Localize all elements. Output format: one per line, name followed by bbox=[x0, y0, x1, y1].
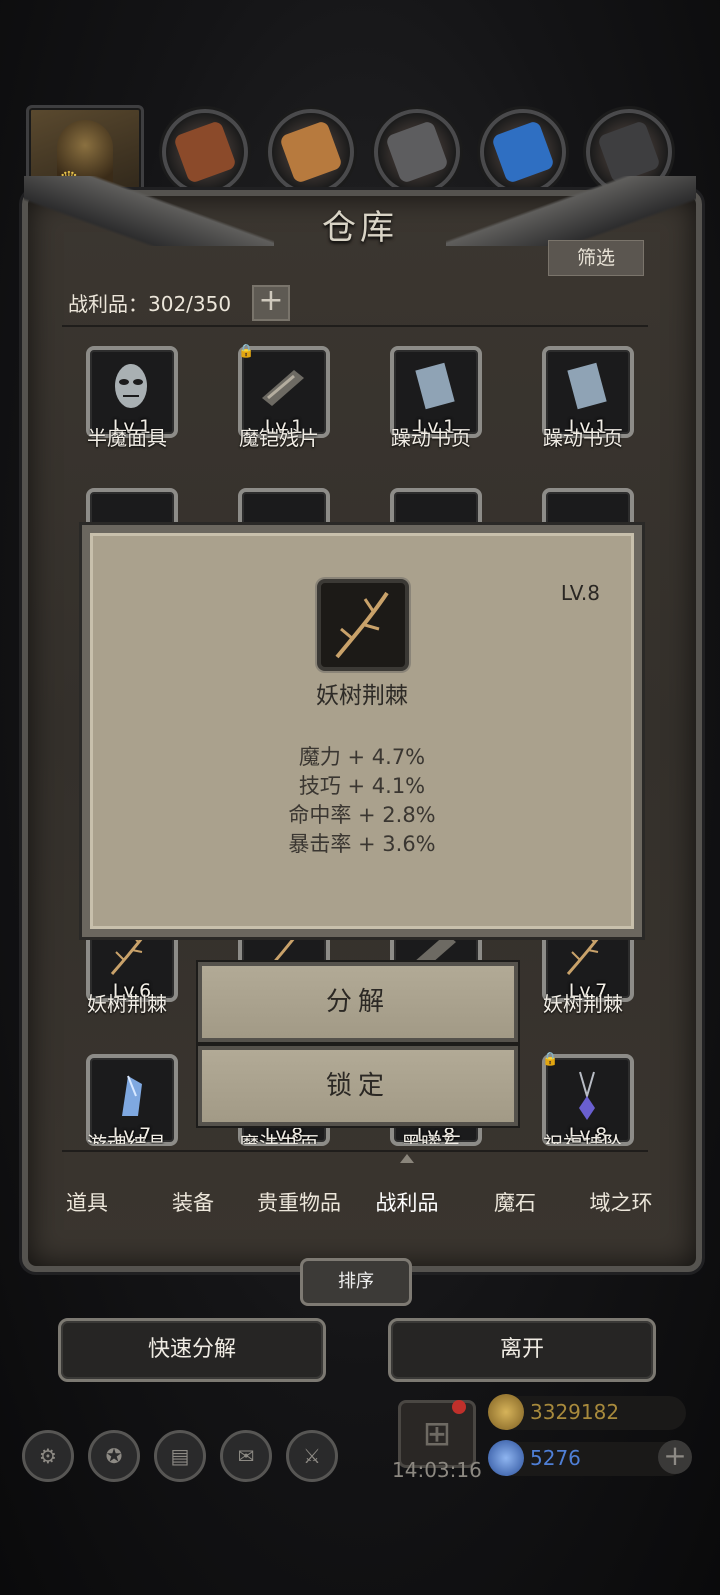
thorn-branch-icon bbox=[317, 579, 409, 671]
quick-decompose-button[interactable]: 快速分解 bbox=[58, 1318, 326, 1382]
tab-loot[interactable]: 战利品 bbox=[352, 1178, 462, 1228]
swords-icon[interactable]: ⚔ bbox=[286, 1430, 338, 1482]
item-name: 妖树荆棘 bbox=[87, 992, 167, 1016]
item-name: 黑曜石 bbox=[401, 1132, 461, 1144]
active-tab-indicator bbox=[400, 1154, 414, 1163]
right-wing-ornament bbox=[446, 176, 696, 246]
item-level: LV.8 bbox=[560, 581, 600, 605]
lock-icon: 🔒 bbox=[238, 344, 255, 359]
plank-resource-icon[interactable] bbox=[268, 109, 354, 195]
book-page-icon bbox=[567, 362, 607, 410]
expand-capacity-button[interactable]: + bbox=[252, 285, 290, 321]
book-icon[interactable]: ▤ bbox=[154, 1430, 206, 1482]
armor-shard-icon bbox=[262, 370, 304, 406]
soul-crystal-icon bbox=[122, 1075, 142, 1116]
item-name: 魔法书页 bbox=[239, 1132, 319, 1144]
leave-button[interactable]: 离开 bbox=[388, 1318, 656, 1382]
gem-icon bbox=[488, 1440, 524, 1476]
stat-line: 魔力 + 4.7% bbox=[298, 745, 426, 769]
item-name: 妖树荆棘 bbox=[543, 992, 623, 1016]
filter-button[interactable]: 筛选 bbox=[548, 240, 644, 276]
item-detail-popup: LV.8 妖树荆棘 魔力 + 4.7% 技巧 + 4.1% 命中率 + 2.8%… bbox=[82, 525, 642, 937]
mask-icon bbox=[115, 364, 147, 408]
tab-valuables[interactable]: 贵重物品 bbox=[244, 1178, 354, 1228]
item-name: 游魂结晶 bbox=[87, 1132, 167, 1144]
item-stats: 魔力 + 4.7% 技巧 + 4.1% 命中率 + 2.8% 暴击率 + 3.6… bbox=[90, 743, 634, 859]
tab-items[interactable]: 道具 bbox=[32, 1178, 142, 1228]
lock-button[interactable]: 锁定 bbox=[198, 1046, 518, 1126]
item-title: 妖树荆棘 bbox=[316, 683, 408, 709]
divider bbox=[62, 1150, 648, 1152]
item-name: 半魔面具 bbox=[87, 426, 167, 450]
pendant-icon bbox=[579, 1071, 595, 1120]
mail-icon[interactable]: ✉ bbox=[220, 1430, 272, 1482]
sort-button[interactable]: 排序 bbox=[300, 1258, 412, 1306]
clock: 14:03:16 bbox=[392, 1458, 482, 1482]
category-tabs: 道具 装备 贵重物品 战利品 魔石 域之环 bbox=[40, 1178, 680, 1228]
decompose-button[interactable]: 分解 bbox=[198, 962, 518, 1042]
stat-line: 命中率 + 2.8% bbox=[288, 803, 436, 827]
tab-magic-stones[interactable]: 魔石 bbox=[460, 1178, 570, 1228]
badge-icon[interactable]: ✪ bbox=[88, 1430, 140, 1482]
item-name: 魔铠残片 bbox=[239, 426, 319, 450]
tab-domain-rings[interactable]: 域之环 bbox=[566, 1178, 676, 1228]
lock-icon: 🔒 bbox=[542, 1052, 559, 1067]
divider bbox=[62, 325, 648, 327]
gem-amount: 5276 bbox=[530, 1446, 581, 1470]
notification-dot bbox=[452, 1400, 466, 1414]
left-wing-ornament bbox=[24, 176, 274, 246]
book-page-icon bbox=[415, 362, 455, 410]
add-currency-button[interactable]: + bbox=[658, 1440, 692, 1474]
item-name: 躁动书页 bbox=[391, 426, 471, 450]
stat-line: 技巧 + 4.1% bbox=[298, 774, 426, 798]
stat-line: 暴击率 + 3.6% bbox=[288, 832, 436, 856]
item-name: 祝福挂坠 bbox=[543, 1132, 623, 1144]
tab-equipment[interactable]: 装备 bbox=[138, 1178, 248, 1228]
item-name: 躁动书页 bbox=[543, 426, 623, 450]
panel-title: 仓库 bbox=[322, 208, 398, 248]
gear-icon[interactable]: ⚙ bbox=[22, 1430, 74, 1482]
loot-capacity: 战利品：302/350 bbox=[68, 292, 232, 316]
gold-amount: 3329182 bbox=[530, 1400, 620, 1424]
gold-coin-icon bbox=[488, 1394, 524, 1430]
